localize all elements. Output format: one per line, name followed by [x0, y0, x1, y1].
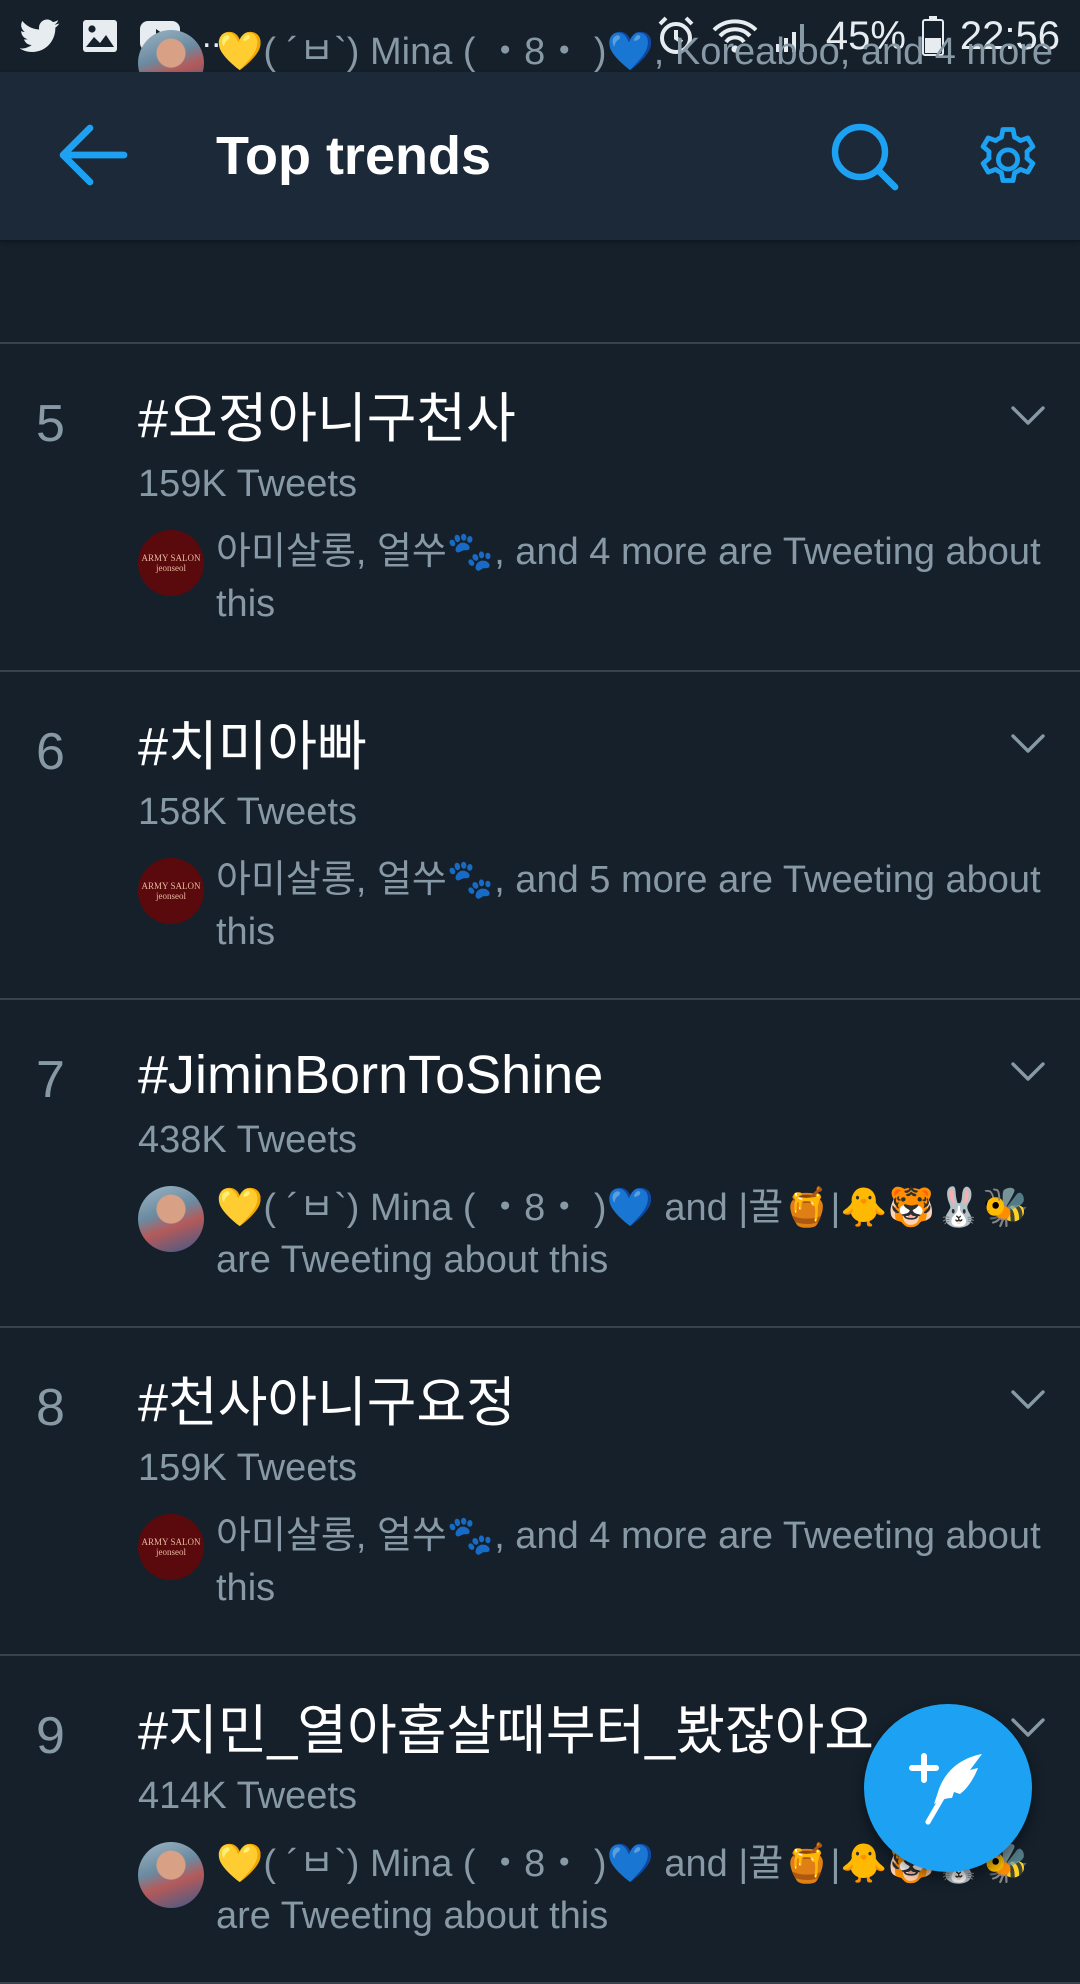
chevron-down-icon[interactable]	[1010, 1060, 1046, 1084]
back-button[interactable]	[56, 122, 128, 188]
trend-list: 💛( ´ㅂ`) Mina ( ・8・ )💙, Koreaboo, and 4 m…	[0, 30, 1080, 1984]
trend-rank: 5	[36, 395, 65, 453]
avatar: ARMY SALON jeonseol	[138, 530, 204, 596]
trend-tweet-count: 159K Tweets	[138, 463, 358, 505]
page-title: Top trends	[216, 126, 491, 186]
trend-item[interactable]: 7 #JiminBornToShine 438K Tweets 💛( ´ㅂ`) …	[0, 1000, 1080, 1328]
compose-icon	[909, 1753, 982, 1825]
image-icon	[82, 19, 118, 53]
trend-rank: 8	[36, 1379, 65, 1437]
trend-tweet-count: 414K Tweets	[138, 1775, 358, 1817]
avatar	[138, 1186, 204, 1252]
avatar: ARMY SALON jeonseol	[138, 858, 204, 924]
avatar: ARMY SALON jeonseol	[138, 1514, 204, 1580]
avatar	[138, 1842, 204, 1908]
trend-rank: 9	[36, 1707, 65, 1765]
trend-tweet-count: 438K Tweets	[138, 1119, 358, 1161]
trend-context-text: 아미살롱, 얼쑤🐾, and 5 more are Tweeting about…	[216, 859, 1041, 953]
chevron-down-icon[interactable]	[1010, 732, 1046, 756]
trend-context-text: 아미살롱, 얼쑤🐾, and 4 more are Tweeting about…	[216, 531, 1041, 625]
trend-item[interactable]: 6 #치미아빠 158K Tweets ARMY SALON jeonseol 아…	[0, 672, 1080, 1000]
back-arrow-icon	[59, 124, 128, 186]
trend-item[interactable]: 8 #천사아니구요정 159K Tweets ARMY SALON jeonseo…	[0, 1328, 1080, 1656]
trend-tweet-count: 159K Tweets	[138, 1447, 358, 1489]
trend-context-text: 💛( ´ㅂ`) Mina ( ・8・ )💙 and |꿀🍯|🐥🐯🐰🐝 are T…	[216, 1187, 1030, 1281]
trend-tweet-count: 158K Tweets	[138, 791, 358, 833]
trend-name[interactable]: #요정아니구천사	[138, 384, 516, 454]
settings-button[interactable]	[972, 122, 1044, 194]
search-button[interactable]	[830, 122, 900, 192]
gear-icon	[980, 127, 1036, 183]
trend-rank: 6	[36, 723, 65, 781]
compose-tweet-button[interactable]	[864, 1704, 1032, 1872]
search-icon	[831, 123, 899, 191]
trend-name[interactable]: #JiminBornToShine	[138, 1040, 603, 1110]
trend-rank: 7	[36, 1051, 65, 1109]
trend-item[interactable]: 5 #요정아니구천사 159K Tweets ARMY SALON jeonseo…	[0, 344, 1080, 672]
chevron-down-icon[interactable]	[1010, 1388, 1046, 1412]
twitter-icon	[20, 19, 60, 53]
trend-name[interactable]: #치미아빠	[138, 712, 367, 782]
app-header: Top trends	[0, 72, 1080, 240]
trend-name[interactable]: #천사아니구요정	[138, 1368, 516, 1438]
chevron-down-icon[interactable]	[1010, 1716, 1046, 1740]
trend-name[interactable]: #지민_열아홉살때부터_봤잖아요	[138, 1696, 874, 1766]
chevron-down-icon[interactable]	[1010, 404, 1046, 428]
trend-context-text: 아미살롱, 얼쑤🐾, and 4 more are Tweeting about…	[216, 1515, 1041, 1609]
